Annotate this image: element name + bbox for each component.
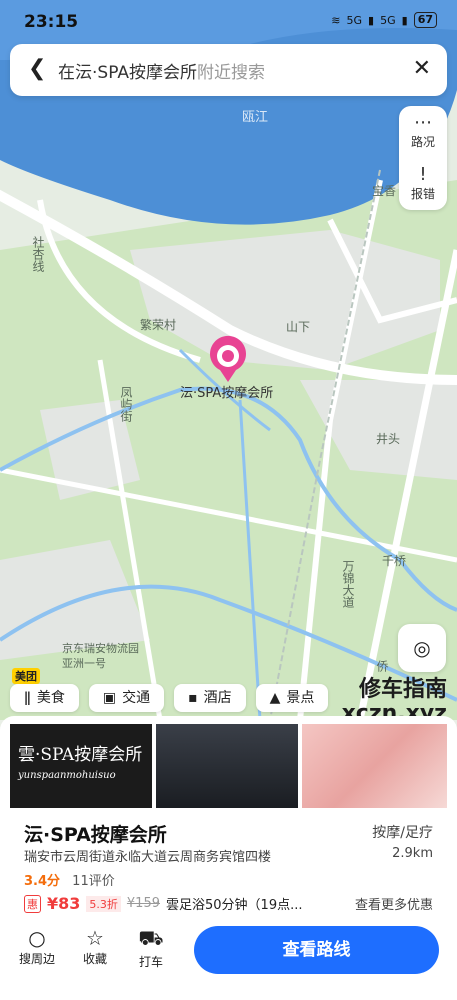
- poi-rating: 3.4分: [24, 874, 61, 889]
- map-label-road1: 凤屿街: [119, 386, 133, 422]
- watermark-line1: 修车指南: [358, 677, 447, 702]
- search-icon: ○: [28, 926, 46, 950]
- signal-1: 5G: [346, 13, 363, 27]
- poi-photos[interactable]: 雲·SPA按摩会所 yunspaanmohuisuo: [10, 724, 447, 808]
- traffic-icon: ⋯: [414, 112, 432, 133]
- poi-distance: 2.9km: [392, 846, 433, 861]
- locate-button[interactable]: ◎: [398, 624, 446, 672]
- map-label-road3: 侨: [375, 660, 389, 672]
- poi-address: 瑞安市云周街道永临大道云周商务宾馆四楼: [24, 850, 272, 865]
- search-bar[interactable]: ❮ 在沄·SPA按摩会所附近搜索 ✕: [10, 44, 447, 96]
- deal-discount: 5.3折: [86, 895, 121, 912]
- map-label-river: 瓯江: [242, 110, 269, 125]
- report-icon: !: [419, 164, 427, 185]
- favorite-button[interactable]: ☆ 收藏: [70, 926, 120, 967]
- search-placeholder: 附近搜索: [197, 63, 265, 83]
- poi-rating-row: 3.4分 11评价: [24, 870, 115, 889]
- photo-sign[interactable]: 雲·SPA按摩会所 yunspaanmohuisuo: [10, 724, 152, 808]
- category-transport[interactable]: ▣ 交通: [88, 684, 165, 712]
- search-nearby-label: 搜周边: [18, 952, 55, 966]
- map-label-logistics2: 亚洲一号: [62, 657, 106, 670]
- star-icon: ☆: [86, 926, 104, 950]
- view-route-button[interactable]: 查看路线: [194, 926, 439, 974]
- status-bar: 23:15 ≋ 5G ▮ 5G ▮ 67: [0, 0, 457, 40]
- map-label-poi[interactable]: 沄·SPA按摩会所: [180, 382, 273, 401]
- taxi-label: 打车: [138, 955, 163, 969]
- category-food[interactable]: ǁ 美食: [10, 684, 79, 712]
- map[interactable]: [0, 0, 457, 720]
- category-hotel-label: 酒店: [203, 690, 232, 706]
- wifi-icon: ≋: [331, 13, 341, 27]
- map-label-place1: 井头: [376, 432, 401, 446]
- signal-icon: ▮: [401, 13, 408, 27]
- more-deals-link[interactable]: 查看更多优惠: [355, 894, 433, 913]
- car-icon: ⛟: [138, 926, 164, 950]
- report-label: 报错: [410, 187, 435, 201]
- bottom-action-bar: ○ 搜周边 ☆ 收藏 ⛟ 打车 查看路线: [0, 920, 457, 1000]
- scenic-icon: ▲: [269, 690, 281, 706]
- map-label-place2: 千桥: [382, 554, 407, 568]
- bus-icon: ▣: [102, 690, 117, 706]
- report-button[interactable]: ! 报错: [399, 158, 447, 210]
- category-scenic-label: 景点: [286, 690, 315, 706]
- signal-icon: ▮: [368, 13, 375, 27]
- category-scenic[interactable]: ▲ 景点: [255, 684, 329, 712]
- category-food-label: 美食: [36, 690, 65, 706]
- photo-feet[interactable]: [302, 724, 447, 808]
- poi-category: 按摩/足疗: [372, 825, 433, 841]
- map-label-logistics: 京东瑞安物流园: [62, 642, 139, 655]
- deal-original: ¥159: [126, 896, 160, 911]
- photo-sign-sub: yunspaanmohuisuo: [18, 770, 116, 781]
- meituan-logo: 美团: [12, 668, 40, 684]
- map-label-place3: 宝香: [372, 184, 397, 198]
- poi-reviews[interactable]: 11评价: [72, 874, 115, 889]
- map-label-village2: 山下: [286, 320, 311, 334]
- map-label-village1: 繁荣村: [140, 318, 177, 332]
- locate-icon: ◎: [413, 636, 431, 660]
- battery-icon: 67: [413, 12, 437, 28]
- hotel-icon: ▪: [188, 690, 198, 706]
- signal-2: 5G: [380, 13, 396, 27]
- photo-interior[interactable]: [156, 724, 298, 808]
- favorite-label: 收藏: [82, 952, 107, 966]
- map-label-road2: 万锦大道: [341, 560, 355, 608]
- search-input[interactable]: 在沄·SPA按摩会所附近搜索: [58, 58, 265, 83]
- close-icon[interactable]: ✕: [413, 56, 431, 81]
- food-icon: ǁ: [24, 690, 31, 706]
- search-nearby-button[interactable]: ○ 搜周边: [12, 926, 62, 967]
- category-hotel[interactable]: ▪ 酒店: [174, 684, 246, 712]
- map-tools: ⋯ 路况 ! 报错: [399, 106, 447, 210]
- photo-sign-text: 雲·SPA按摩会所: [18, 745, 143, 765]
- traffic-button[interactable]: ⋯ 路况: [399, 106, 447, 158]
- map-label-line: 社杏线: [31, 236, 45, 272]
- deal-badge: 惠: [24, 894, 41, 913]
- category-bar: ǁ 美食 ▣ 交通 ▪ 酒店 ▲ 景点: [10, 684, 329, 712]
- deal-name: 雲足浴50分钟（19点...: [166, 898, 303, 913]
- deal-price: ¥83: [47, 894, 81, 913]
- poi-title[interactable]: 沄·SPA按摩会所: [24, 820, 167, 847]
- deal-row[interactable]: 惠 ¥83 5.3折 ¥159 雲足浴50分钟（19点...: [24, 894, 302, 913]
- taxi-button[interactable]: ⛟ 打车: [126, 926, 176, 970]
- status-icons: ≋ 5G ▮ 5G ▮ 67: [331, 12, 437, 28]
- back-arrow-icon[interactable]: ❮: [28, 56, 46, 81]
- category-transport-label: 交通: [122, 690, 151, 706]
- clock: 23:15: [24, 12, 79, 32]
- traffic-label: 路况: [410, 135, 435, 149]
- search-query: 在沄·SPA按摩会所: [58, 63, 197, 83]
